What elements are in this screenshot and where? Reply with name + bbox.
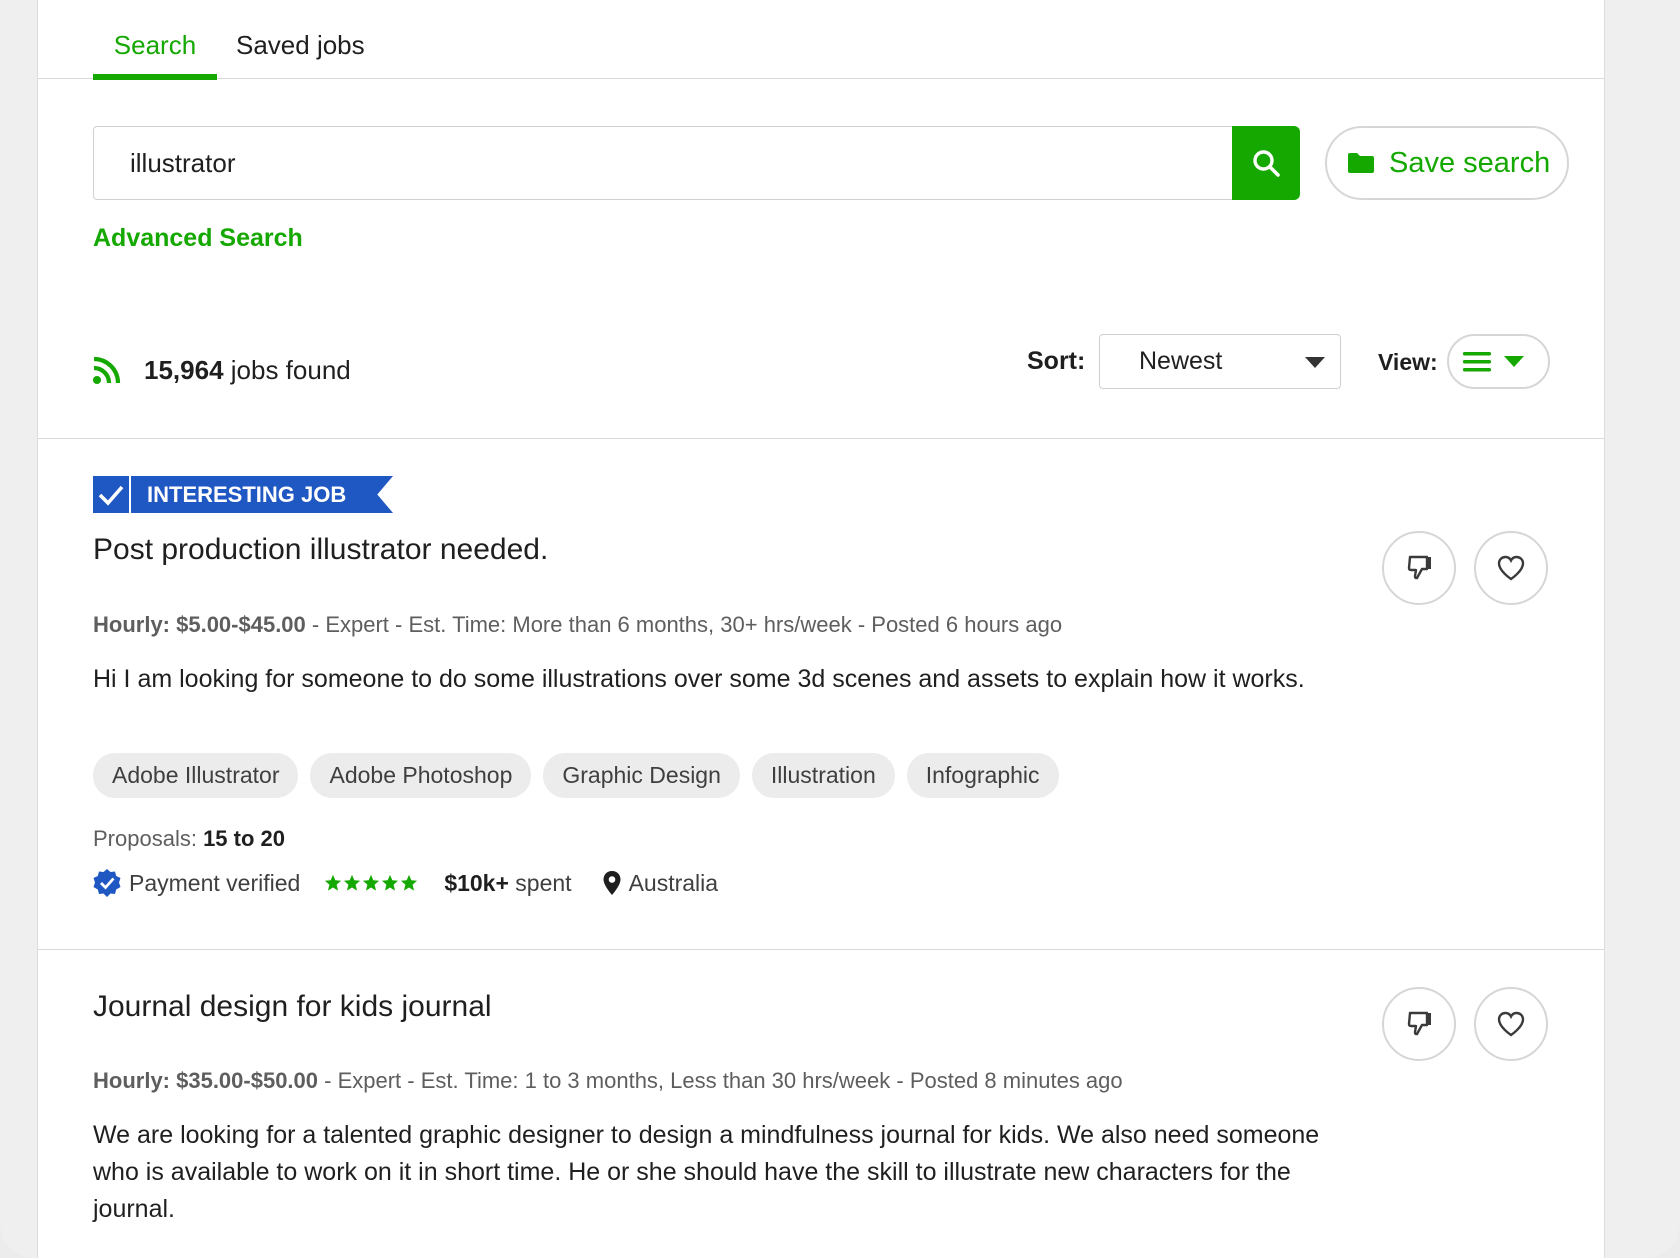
job-meta-details: - Expert - Est. Time: More than 6 months… [305, 612, 1063, 637]
search-icon [1253, 150, 1280, 177]
star-icon [382, 874, 399, 891]
star-icon [401, 874, 418, 891]
jobs-count-number: 15,964 [144, 355, 224, 385]
interesting-job-badge: INTERESTING JOB [93, 476, 393, 513]
view-label: View: [1378, 349, 1438, 375]
sort-select[interactable]: Newest [1099, 334, 1341, 389]
save-search-button[interactable]: Save search [1325, 126, 1569, 200]
sort-label: Sort: [1027, 347, 1086, 375]
save-job-button[interactable] [1474, 531, 1548, 605]
job-rate: Hourly: $35.00-$50.00 [93, 1068, 319, 1093]
skill-tag[interactable]: Illustration [751, 753, 895, 798]
list-view-icon [1463, 351, 1491, 371]
heart-icon [1497, 1011, 1525, 1037]
location-pin-icon [603, 871, 621, 895]
tab-saved-jobs[interactable]: Saved jobs [236, 30, 365, 79]
job-description: Hi I am looking for someone to do some i… [93, 665, 1305, 693]
search-box [93, 126, 1234, 200]
badge-label: INTERESTING JOB [131, 476, 393, 513]
search-button[interactable] [1232, 126, 1300, 200]
thumbs-down-icon [1407, 1011, 1431, 1036]
save-job-button[interactable] [1474, 987, 1548, 1061]
view-toggle-button[interactable] [1447, 334, 1550, 389]
client-location: Australia [628, 869, 719, 896]
caret-down-icon [1504, 356, 1524, 367]
job-meta: Hourly: $5.00-$45.00 - Expert - Est. Tim… [93, 612, 1062, 638]
sort-value: Newest [1139, 347, 1223, 375]
spent-suffix: spent [508, 869, 572, 896]
divider [38, 438, 1604, 439]
job-description: We are looking for a talented graphic de… [93, 1121, 1320, 1223]
skill-tag[interactable]: Adobe Illustrator [93, 753, 299, 798]
job-search-panel: Search Saved jobs Save search Advanced S… [37, 0, 1605, 1258]
rating-stars [324, 874, 418, 892]
rss-feed-icon[interactable] [92, 355, 122, 390]
star-icon [363, 874, 380, 891]
proposals-value: 15 to 20 [203, 826, 285, 851]
verified-badge-icon [93, 869, 121, 897]
job-title[interactable]: Journal design for kids journal [93, 990, 492, 1024]
checkmark-icon [93, 476, 131, 513]
client-spent: $10k+ spent [444, 870, 571, 897]
skill-tag[interactable]: Adobe Photoshop [310, 753, 532, 798]
job-meta-details: - Expert - Est. Time: 1 to 3 months, Les… [318, 1068, 1123, 1093]
client-info: Payment verified $10k+ spent Australia [92, 868, 718, 898]
browser-window: Search Saved jobs Save search Advanced S… [0, 0, 1680, 1258]
save-search-label: Save search [1389, 146, 1551, 179]
dislike-button[interactable] [1382, 987, 1456, 1061]
job-rate: Hourly: $5.00-$45.00 [93, 612, 306, 637]
advanced-search-link[interactable]: Advanced Search [93, 224, 303, 253]
folder-icon [1348, 153, 1374, 173]
skill-tag[interactable]: Graphic Design [543, 753, 740, 798]
star-icon [344, 874, 361, 891]
search-input[interactable] [94, 127, 1234, 199]
jobs-count-suffix: jobs found [223, 355, 351, 385]
spent-amount: $10k+ [444, 869, 509, 896]
job-meta: Hourly: $35.00-$50.00 - Expert - Est. Ti… [93, 1068, 1123, 1094]
heart-icon [1497, 555, 1525, 581]
dislike-button[interactable] [1382, 531, 1456, 605]
proposals-label: Proposals: [93, 826, 204, 851]
job-title[interactable]: Post production illustrator needed. [93, 533, 548, 567]
tab-bar: Search Saved jobs [38, 0, 1604, 80]
thumbs-down-icon [1407, 555, 1431, 580]
tab-search[interactable]: Search [93, 30, 217, 80]
divider [38, 949, 1604, 950]
payment-verified: Payment verified [129, 869, 301, 896]
star-icon [325, 874, 342, 891]
skills-list: Adobe Illustrator Adobe Photoshop Graphi… [93, 753, 1059, 798]
proposals: Proposals: 15 to 20 [93, 826, 285, 852]
skill-tag[interactable]: Infographic [906, 753, 1059, 798]
jobs-found-count: 15,964 jobs found [144, 355, 351, 386]
caret-down-icon [1305, 357, 1325, 368]
